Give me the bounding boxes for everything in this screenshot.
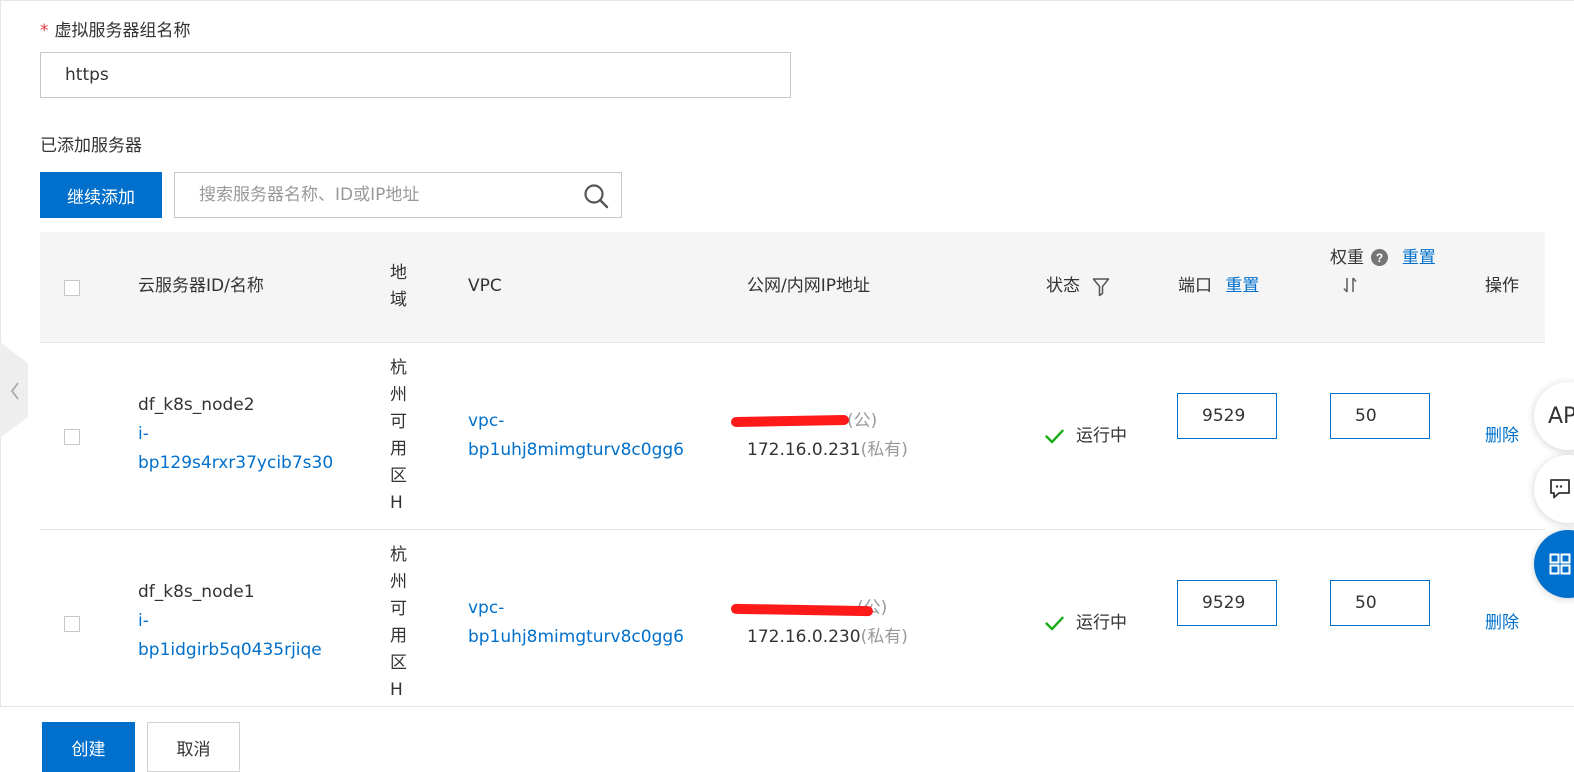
vpc-id: bp1uhj8mimgturv8c0gg6 [468,627,684,647]
weight-reset-link[interactable]: 重置 [1402,248,1436,268]
check-icon [1045,616,1064,631]
status-text: 运行中 [1076,426,1127,446]
vpc-cell[interactable]: vpc- bp1uhj8mimgturv8c0gg6 [468,407,684,465]
apps-grid-icon [1549,553,1571,575]
port-input[interactable] [1177,393,1277,439]
col-vpc: VPC [468,276,502,296]
group-name-label: * 虚拟服务器组名称 [40,16,191,41]
col-weight-label: 权重 [1330,248,1364,268]
private-ip-tag: (私有) [860,627,908,647]
top-border [0,0,1574,1]
private-ip: 172.16.0.231(私有) [747,436,977,465]
continue-add-button[interactable]: 继续添加 [40,172,162,218]
col-status-label: 状态 [1046,276,1080,296]
chevron-left-icon [10,382,19,400]
private-ip-tag: (私有) [860,440,908,460]
port-input[interactable] [1177,580,1277,626]
select-all-checkbox[interactable] [64,280,80,296]
svg-text:?: ? [1376,251,1383,265]
private-ip-value: 172.16.0.231 [747,440,861,460]
server-id[interactable]: bp129s4rxr37ycib7s30 [138,449,338,478]
chat-icon [1550,479,1570,499]
added-servers-label: 已添加服务器 [40,136,142,156]
private-ip: 172.16.0.230(私有) [747,623,977,652]
ip-cell: (公) 172.16.0.230(私有) [730,594,977,652]
col-status: 状态 [1046,273,1110,300]
server-cell: df_k8s_node2 i- bp129s4rxr37ycib7s30 [138,391,338,478]
public-ip: (公) [730,594,977,623]
status-cell: 运行中 [1045,609,1127,638]
delete-link[interactable]: 删除 [1485,422,1519,451]
server-id-prefix[interactable]: i- [138,420,338,449]
api-label: AP [1548,403,1574,429]
create-button[interactable]: 创建 [42,722,135,772]
weight-input[interactable] [1330,393,1430,439]
region-cell: 杭州可用区H [390,358,407,513]
help-icon[interactable]: ? [1371,249,1389,266]
check-icon [1045,429,1064,444]
status-cell: 运行中 [1045,422,1127,451]
col-server: 云服务器ID/名称 [138,276,264,296]
search-icon[interactable] [583,183,609,209]
server-name: df_k8s_node2 [138,395,255,415]
col-action: 操作 [1485,276,1519,296]
table-header: 云服务器ID/名称 地域 VPC 公网/内网IP地址 状态 端口 重置 权重 ?… [40,232,1545,342]
redaction-mark [730,414,850,428]
table-row: df_k8s_node2 i- bp129s4rxr37ycib7s30 杭州可… [40,343,1545,529]
col-ip: 公网/内网IP地址 [747,276,870,296]
server-search-input[interactable] [175,173,613,217]
col-port: 端口 重置 [1178,273,1259,300]
cancel-button[interactable]: 取消 [147,722,240,772]
public-ip-tag: (公) [847,411,878,431]
group-name-label-text: 虚拟服务器组名称 [54,21,191,41]
server-name: df_k8s_node1 [138,582,255,602]
vpc-prefix: vpc- [468,411,505,431]
server-id-prefix[interactable]: i- [138,607,338,636]
delete-link[interactable]: 删除 [1485,609,1519,638]
required-mark: * [40,21,49,41]
redaction-mark [730,603,874,617]
server-id[interactable]: bp1idgirb5q0435rjiqe [138,636,338,665]
public-ip: (公) [730,407,977,436]
sort-icon[interactable] [1342,276,1440,303]
region-cell: 杭州可用区H [390,545,407,700]
vpc-cell[interactable]: vpc- bp1uhj8mimgturv8c0gg6 [468,594,684,652]
footer-bar: 创建 取消 [0,706,1574,772]
col-region: 地域 [390,263,407,310]
server-search [174,172,622,218]
server-cell: df_k8s_node1 i- bp1idgirb5q0435rjiqe [138,578,338,665]
weight-input[interactable] [1330,580,1430,626]
ip-cell: (公) 172.16.0.231(私有) [730,407,977,465]
status-text: 运行中 [1076,613,1127,633]
row-checkbox[interactable] [64,429,80,445]
vpc-prefix: vpc- [468,598,505,618]
port-reset-link[interactable]: 重置 [1225,276,1259,296]
private-ip-value: 172.16.0.230 [747,627,861,647]
col-port-label: 端口 [1178,276,1212,296]
group-name-input[interactable] [40,52,791,98]
table-row: df_k8s_node1 i- bp1idgirb5q0435rjiqe 杭州可… [40,530,1545,706]
vpc-id: bp1uhj8mimgturv8c0gg6 [468,440,684,460]
row-checkbox[interactable] [64,616,80,632]
col-weight: 权重 ? 重置 [1330,245,1440,303]
filter-icon[interactable] [1092,277,1110,297]
